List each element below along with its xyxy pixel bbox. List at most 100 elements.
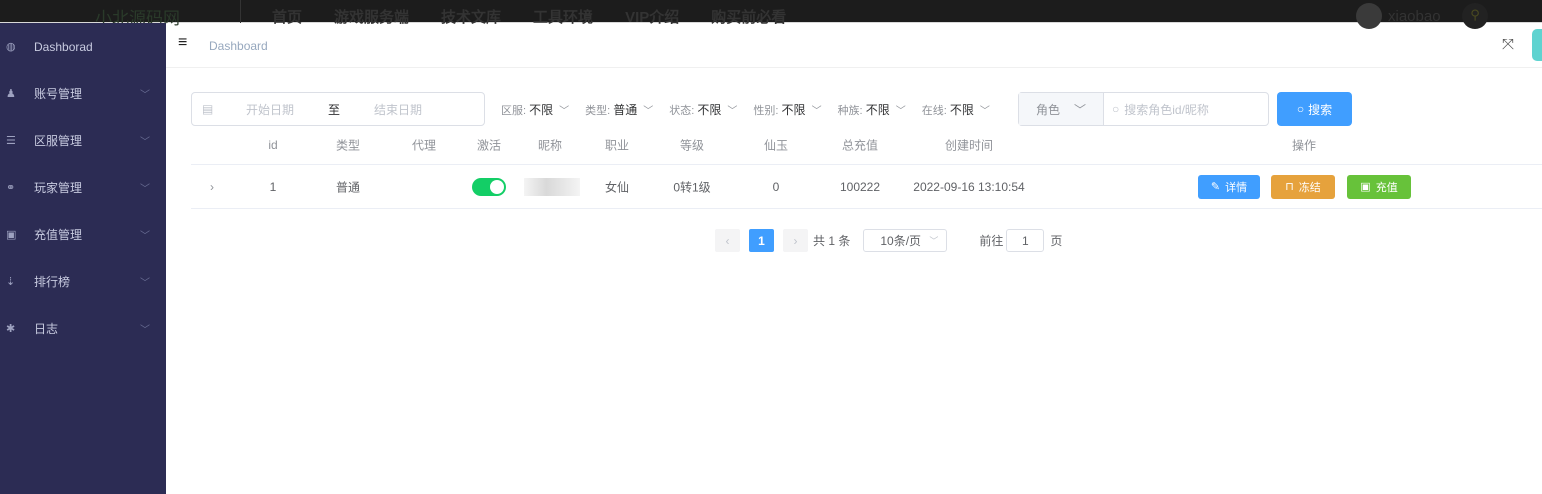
sidebar-item-recharge[interactable]: ▣ 充值管理 ﹀	[0, 211, 166, 258]
date-range-picker[interactable]: ▤ 开始日期 至 结束日期	[191, 92, 485, 126]
chevron-down-icon: ﹀	[140, 325, 150, 336]
cell-type: 普通	[335, 180, 361, 194]
cell-job: 女仙	[604, 180, 630, 194]
chevron-down-icon: ﹀	[643, 105, 654, 117]
cell-created: 2022-09-16 13:10:54	[913, 179, 1025, 194]
sidebar-item-servers[interactable]: ☰ 区服管理 ﹀	[0, 117, 166, 164]
dashboard-icon: ◍	[6, 41, 16, 53]
sort-icon: ⇣	[6, 276, 16, 288]
sidebar-item-players[interactable]: ⚭ 玩家管理 ﹀	[0, 164, 166, 211]
chevron-down-icon: ﹀	[1074, 102, 1087, 117]
next-page-button[interactable]: ›	[783, 229, 808, 252]
search-input[interactable]: ○ 搜索角色id/昵称	[1104, 93, 1268, 125]
col-actions: 操作	[1291, 138, 1317, 153]
server-select[interactable]: 区服: 不限 ﹀	[501, 101, 569, 118]
sidebar-item-label: Dashborad	[34, 39, 93, 54]
online-select[interactable]: 在线: 不限 ﹀	[922, 101, 990, 118]
race-select[interactable]: 种族: 不限 ﹀	[838, 101, 906, 118]
col-id: id	[268, 138, 278, 152]
chevron-down-icon: ﹀	[140, 184, 150, 195]
type-select[interactable]: 类型: 普通 ﹀	[585, 101, 653, 118]
chevron-down-icon: ﹀	[140, 90, 150, 101]
cell-level: 0转1级	[673, 180, 711, 194]
chevron-down-icon: ﹀	[140, 231, 150, 242]
chevron-down-icon: ﹀	[929, 236, 939, 246]
col-level: 等级	[679, 138, 705, 153]
search-button[interactable]: ○ 搜索	[1277, 92, 1352, 126]
search-icon: ○	[1296, 102, 1305, 116]
sidebar-item-label: 日志	[34, 322, 59, 336]
col-active: 激活	[476, 138, 502, 153]
sidebar-item-dashboard[interactable]: ◍ Dashborad	[0, 23, 166, 70]
gender-select[interactable]: 性别: 不限 ﹀	[753, 101, 821, 118]
status-select[interactable]: 状态: 不限 ﹀	[669, 101, 737, 118]
edit-icon: ✎	[1210, 181, 1221, 193]
end-date-input[interactable]: 结束日期	[374, 101, 422, 118]
server-list-icon: ☰	[6, 135, 16, 147]
settings-tab-button[interactable]	[1532, 29, 1542, 61]
total-count: 共 1 条	[813, 234, 851, 248]
search-icon: ○	[1112, 102, 1120, 116]
recharge-button[interactable]: ▣ 充值	[1347, 174, 1411, 199]
sidebar-item-label: 玩家管理	[34, 181, 83, 195]
username: xiaobao	[1388, 7, 1441, 25]
chevron-down-icon: ﹀	[811, 105, 822, 117]
nickname-blurred	[524, 177, 580, 196]
freeze-button[interactable]: ⊓ 冻结	[1271, 174, 1335, 199]
col-type: 类型	[335, 138, 361, 153]
col-total: 总充值	[841, 138, 879, 153]
pagination: ‹ 1 › 共 1 条 10条/页 ﹀ 前往 1 页	[715, 229, 1062, 252]
players-table: id 类型 代理 激活 昵称 职业 等级 仙玉 总充值 创建时间 操作 › 1 …	[191, 126, 1542, 209]
fullscreen-icon[interactable]: ⤧	[1502, 36, 1514, 53]
col-job: 职业	[604, 138, 630, 153]
col-nickname: 昵称	[537, 138, 563, 153]
chevron-down-icon: ﹀	[140, 278, 150, 289]
breadcrumb[interactable]: Dashboard	[209, 39, 268, 53]
start-date-input[interactable]: 开始日期	[246, 101, 294, 118]
detail-button[interactable]: ✎ 详情	[1198, 174, 1260, 199]
active-switch[interactable]	[472, 177, 506, 196]
chevron-down-icon: ﹀	[559, 105, 570, 117]
hamburger-icon[interactable]: ≡	[178, 34, 187, 52]
divider	[240, 0, 241, 23]
page-size-select[interactable]: 10条/页 ﹀	[863, 229, 948, 252]
chevron-down-icon: ﹀	[727, 105, 738, 117]
table-header: id 类型 代理 激活 昵称 职业 等级 仙玉 总充值 创建时间 操作	[191, 126, 1542, 165]
table-row: › 1 普通 女仙 0转1级 0 100222 2022-09-16 13:10…	[191, 165, 1542, 209]
page-unit: 页	[1050, 234, 1063, 248]
sidebar-item-label: 充值管理	[34, 228, 83, 242]
filter-bar: ▤ 开始日期 至 结束日期 区服: 不限 ﹀ 类型: 普通 ﹀ 状态: 不限 ﹀ 性别…	[191, 92, 990, 126]
col-jade: 仙玉	[763, 138, 789, 153]
goto-page-input[interactable]: 1	[1006, 229, 1045, 252]
col-agent: 代理	[411, 138, 437, 153]
search-type-select[interactable]: 角色 ﹀	[1019, 93, 1104, 125]
cell-jade: 0	[772, 179, 780, 194]
cell-total: 100222	[839, 179, 881, 194]
users-icon: ♟	[6, 88, 16, 100]
sidebar-item-label: 区服管理	[34, 134, 83, 148]
header: ≡ Dashboard ⤧	[166, 23, 1542, 68]
site-topbar: 小北源码网 首页 游戏服务端 技术文库 工具环境 VIP介绍 购买前必看 xia…	[0, 0, 1542, 29]
role-search: 角色 ﹀ ○ 搜索角色id/昵称	[1018, 92, 1269, 126]
expand-icon[interactable]: ›	[210, 180, 214, 194]
money-icon: ▣	[6, 229, 17, 241]
col-created: 创建时间	[944, 138, 994, 153]
bug-icon: ✱	[6, 323, 16, 335]
page-1[interactable]: 1	[749, 229, 774, 252]
goto-label: 前往	[979, 234, 1004, 248]
sidebar-item-accounts[interactable]: ♟ 账号管理 ﹀	[0, 70, 166, 117]
range-separator: 至	[328, 102, 341, 117]
sidebar-item-logs[interactable]: ✱ 日志 ﹀	[0, 305, 166, 352]
sidebar: ◍ Dashborad ♟ 账号管理 ﹀ ☰ 区服管理 ﹀ ⚭ 玩家管理 ﹀ ▣ 充值管理 ﹀ ⇣…	[0, 23, 166, 494]
chevron-down-icon: ﹀	[895, 105, 906, 117]
chevron-down-icon: ﹀	[979, 105, 990, 117]
gamepad-icon: ⚭	[6, 182, 16, 194]
sidebar-item-label: 排行榜	[34, 275, 71, 289]
sidebar-item-label: 账号管理	[34, 87, 83, 101]
cell-id: 1	[269, 179, 277, 194]
prev-page-button[interactable]: ‹	[715, 229, 740, 252]
money-icon: ▣	[1360, 181, 1371, 193]
calendar-icon: ▤	[202, 102, 214, 116]
chevron-down-icon: ﹀	[140, 137, 150, 148]
sidebar-item-ranking[interactable]: ⇣ 排行榜 ﹀	[0, 258, 166, 305]
